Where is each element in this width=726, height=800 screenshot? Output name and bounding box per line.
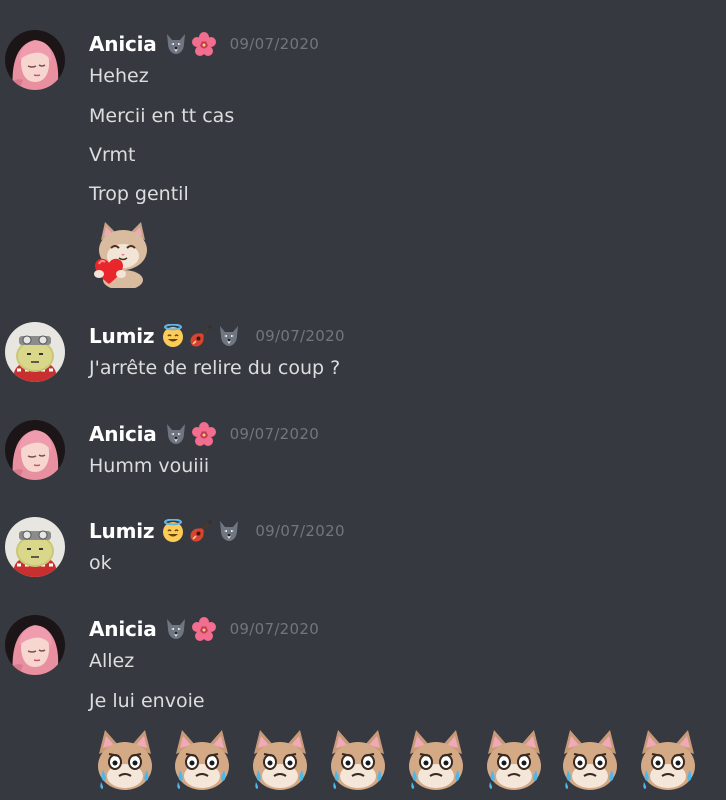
avatar[interactable]: [5, 615, 65, 675]
avatar[interactable]: [5, 30, 65, 90]
message-text: Je lui envoie: [89, 690, 205, 712]
username[interactable]: Lumiz: [89, 324, 155, 348]
user-badges: [160, 617, 216, 641]
timestamp[interactable]: 09/07/2020: [230, 620, 319, 638]
crying-cat-emoji[interactable]: [402, 726, 470, 796]
username[interactable]: Lumiz: [89, 519, 155, 543]
crying-cat-emoji[interactable]: [324, 726, 392, 796]
halo-smile-icon: [161, 324, 185, 348]
message-text: Trop gentil: [89, 183, 189, 205]
wolf-icon: [217, 324, 241, 348]
guitar-icon: [189, 324, 213, 348]
timestamp[interactable]: 09/07/2020: [255, 522, 344, 540]
hibiscus-icon: [192, 617, 216, 641]
message-header: Anicia 09/07/2020: [89, 615, 319, 643]
hibiscus-icon: [192, 32, 216, 56]
message-text: Vrmt: [89, 144, 136, 166]
avatar[interactable]: [5, 420, 65, 480]
crying-cat-emoji[interactable]: [91, 726, 159, 796]
timestamp[interactable]: 09/07/2020: [230, 425, 319, 443]
cat-heart-sticker[interactable]: [89, 218, 157, 288]
user-badges: [160, 422, 216, 446]
crying-cat-emoji[interactable]: [556, 726, 624, 796]
wolf-icon: [217, 519, 241, 543]
halo-smile-icon: [161, 519, 185, 543]
message-text: Mercii en tt cas: [89, 105, 235, 127]
message-header: Anicia 09/07/2020: [89, 420, 319, 448]
message-text: ok: [89, 552, 112, 574]
hibiscus-icon: [192, 422, 216, 446]
avatar[interactable]: [5, 322, 65, 382]
username[interactable]: Anicia: [89, 617, 157, 641]
guitar-icon: [189, 519, 213, 543]
avatar[interactable]: [5, 517, 65, 577]
wolf-icon: [164, 422, 188, 446]
message-text: J'arrête de relire du coup ?: [89, 357, 341, 379]
crying-cat-emoji[interactable]: [634, 726, 702, 796]
message-text: Hehez: [89, 65, 149, 87]
user-badges: [157, 324, 241, 348]
username[interactable]: Anicia: [89, 422, 157, 446]
message-header: Lumiz 09/07/2020: [89, 322, 345, 350]
message-header: Lumiz 09/07/2020: [89, 517, 345, 545]
user-badges: [157, 519, 241, 543]
message-text: Allez: [89, 650, 135, 672]
timestamp[interactable]: 09/07/2020: [255, 327, 344, 345]
user-badges: [160, 32, 216, 56]
crying-cat-emoji[interactable]: [246, 726, 314, 796]
timestamp[interactable]: 09/07/2020: [230, 35, 319, 53]
username[interactable]: Anicia: [89, 32, 157, 56]
crying-cat-emoji[interactable]: [168, 726, 236, 796]
wolf-icon: [164, 32, 188, 56]
crying-cat-emoji[interactable]: [480, 726, 548, 796]
message-text: Humm vouiii: [89, 455, 210, 477]
wolf-icon: [164, 617, 188, 641]
chat-messages: Anicia 09/07/2020 Hehez Mercii en tt cas…: [0, 0, 726, 800]
message-header: Anicia 09/07/2020: [89, 30, 319, 58]
